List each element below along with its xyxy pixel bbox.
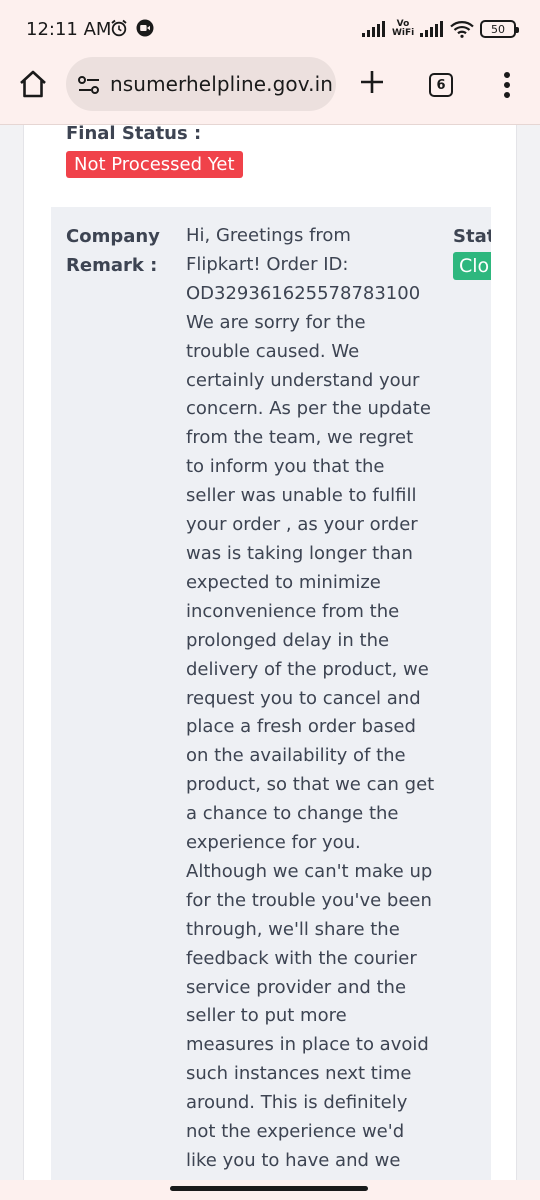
remark-line: through, we'll share the xyxy=(186,918,400,940)
url-text[interactable]: nsumerhelpline.gov.in xyxy=(110,72,333,96)
vowifi-label: Vo WiFi xyxy=(392,19,415,38)
remark-line: product, so that we can get xyxy=(186,774,435,796)
remark-line: concern. As per the update xyxy=(186,398,431,420)
address-bar[interactable]: nsumerhelpline.gov.in xyxy=(66,57,336,111)
remark-line: your order , as your order xyxy=(186,514,418,536)
remark-line: seller to put more xyxy=(186,1005,347,1027)
remark-line: not the experience we'd xyxy=(186,1121,405,1143)
remark-line: We are sorry for the xyxy=(186,311,366,333)
remark-line: feedback with the courier xyxy=(186,947,417,969)
remark-line: was is taking longer than xyxy=(186,542,413,564)
remark-line: inconvenience from the xyxy=(186,600,400,622)
more-menu-icon[interactable] xyxy=(499,71,515,99)
remark-label-line-2: Remark : xyxy=(66,255,158,276)
company-remark-row: Company Remark : Hi, Greetings from Flipk… xyxy=(51,207,491,1180)
remark-line: experience for you. xyxy=(186,832,361,854)
grievance-card: Final Status : Not Processed Yet Company… xyxy=(23,125,517,1180)
status-column-badge: Clo xyxy=(453,252,491,280)
signal-icon-2 xyxy=(420,21,443,37)
remark-line: Hi, Greetings from xyxy=(186,225,351,246)
page-content[interactable]: Final Status : Not Processed Yet Company… xyxy=(0,125,540,1180)
battery-level: 50 xyxy=(491,22,505,36)
home-gesture-handle[interactable] xyxy=(170,1186,368,1191)
battery-icon: 50 xyxy=(480,20,519,38)
remark-label-line-1: Company xyxy=(66,226,160,247)
gesture-nav-bar xyxy=(0,1180,540,1200)
remark-line: like you to have and we xyxy=(186,1150,401,1171)
remark-line: Although we can't make up xyxy=(186,860,433,882)
remark-line: expected to minimize xyxy=(186,571,381,593)
company-remark-label: Company Remark : xyxy=(66,222,166,280)
remark-line: Flipkart! Order ID: xyxy=(186,253,349,275)
tab-switcher-button[interactable]: 6 xyxy=(429,73,453,97)
signal-icon xyxy=(362,21,385,37)
remark-line: request you to cancel and xyxy=(186,687,421,709)
status-icons: Vo WiFi 50 xyxy=(362,18,519,40)
alarm-icon xyxy=(111,19,127,37)
remark-line: for the trouble you've been xyxy=(186,889,432,911)
remark-line: place a fresh order based xyxy=(186,716,416,738)
remark-line: prolonged delay in the xyxy=(186,629,390,651)
company-remark-text: Hi, Greetings from Flipkart! Order ID: OD3… xyxy=(186,222,435,1176)
browser-toolbar: nsumerhelpline.gov.in 6 xyxy=(0,54,540,124)
tab-count: 6 xyxy=(436,77,446,93)
remark-line: from the team, we regret xyxy=(186,427,414,449)
remark-line: to inform you that the xyxy=(186,456,385,478)
status-bar: 12:11 AM Vo WiFi 50 xyxy=(0,0,540,54)
remark-line: service provider and the xyxy=(186,976,407,998)
status-column-label: Stat xyxy=(453,226,491,247)
status-time: 12:11 AM xyxy=(26,19,112,40)
remark-line: a chance to change the xyxy=(186,803,399,825)
video-record-icon xyxy=(136,19,154,37)
remark-line: trouble caused. We xyxy=(186,340,360,362)
remark-line: on the availability of the xyxy=(186,745,406,767)
remark-line: OD329361625578783100 xyxy=(186,282,421,304)
remark-line: such instances next time xyxy=(186,1063,412,1085)
remark-line: around. This is definitely xyxy=(186,1092,408,1114)
remark-line: delivery of the product, we xyxy=(186,658,429,680)
new-tab-plus-icon[interactable] xyxy=(359,69,385,95)
wifi-icon xyxy=(450,21,474,38)
home-icon[interactable] xyxy=(18,69,48,99)
remark-line: measures in place to avoid xyxy=(186,1034,429,1056)
remark-line: certainly understand your xyxy=(186,369,420,391)
remark-line: seller was unable to fulfill xyxy=(186,485,417,507)
final-status-badge: Not Processed Yet xyxy=(66,151,243,178)
final-status-label: Final Status : xyxy=(66,125,202,144)
site-settings-icon[interactable] xyxy=(78,75,100,95)
